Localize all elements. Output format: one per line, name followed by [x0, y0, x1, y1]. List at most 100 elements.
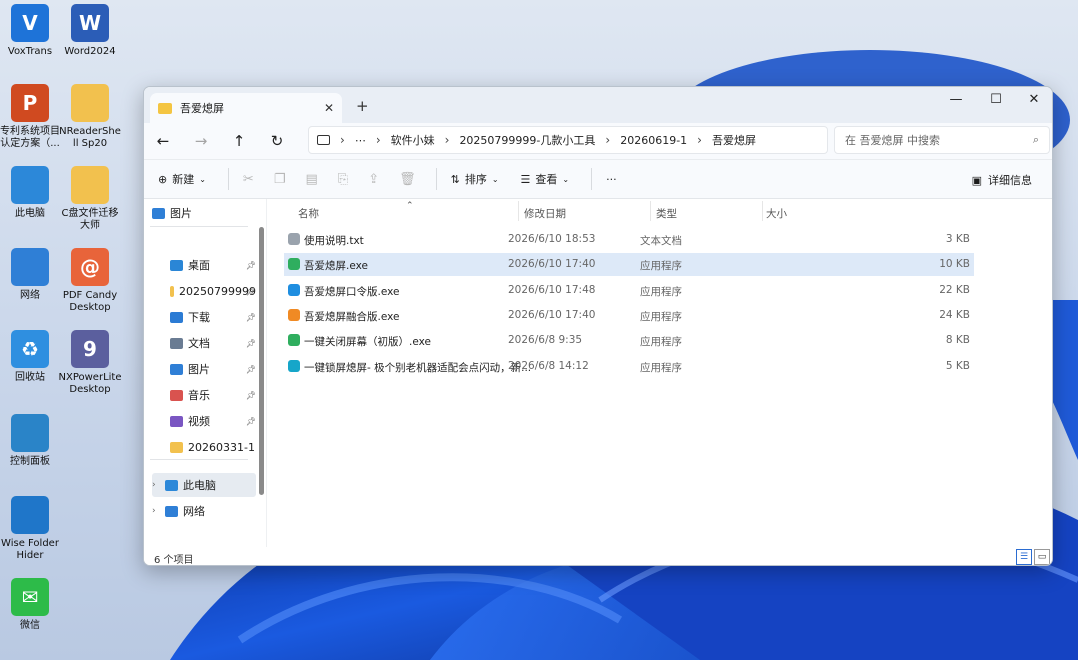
tiles-view-icon[interactable]: ▭ — [1034, 549, 1050, 565]
share-icon[interactable]: ⇪ — [368, 172, 379, 187]
chevron-down-icon: ⌄ — [491, 174, 499, 184]
refresh-button[interactable]: ↻ — [258, 132, 296, 150]
new-tab-button[interactable]: + — [356, 97, 369, 115]
quick-access-item[interactable]: 文档 📌︎ — [152, 331, 256, 355]
minimize-button[interactable]: — — [944, 92, 968, 107]
column-type[interactable]: 类型 — [656, 206, 677, 221]
column-divider[interactable] — [518, 201, 519, 221]
search-input[interactable]: 在 吾爱熄屏 中搜索 — [845, 132, 1033, 148]
quick-access-item[interactable]: 图片 📌︎ — [152, 357, 256, 381]
tab-close-icon[interactable]: ✕ — [324, 101, 334, 115]
breadcrumb-item-current[interactable]: 吾爱熄屏 — [712, 132, 756, 148]
file-icon — [288, 308, 300, 321]
maximize-button[interactable]: ☐ — [984, 92, 1008, 107]
folder-icon — [170, 441, 183, 453]
chevron-right-icon: › — [697, 133, 702, 147]
file-row[interactable]: 吾爱熄屏.exe 2026/6/10 17:40 应用程序 10 KB — [284, 253, 974, 277]
quick-access-label: 20260331-1 — [188, 440, 255, 454]
quick-access-item[interactable]: 音乐 📌︎ — [152, 383, 256, 407]
desktop-shortcut[interactable]: 网络 — [0, 248, 62, 302]
file-type: 应用程序 — [640, 285, 682, 298]
back-button[interactable]: ← — [144, 132, 182, 150]
rename-icon[interactable]: ⎘ — [338, 172, 348, 187]
delete-icon[interactable]: 🗑︎ — [399, 172, 416, 187]
sort-icon: ⇅ — [450, 172, 460, 186]
quick-access-item[interactable]: 下载 📌︎ — [152, 305, 256, 329]
tree-item[interactable]: › 网络 — [152, 499, 256, 523]
file-icon — [288, 283, 300, 296]
desktop-shortcut[interactable]: Wise Folder Hider — [0, 496, 62, 562]
file-row[interactable]: 一键锁屏熄屏- 极个别老机器适配会点闪动，新... 2026/6/8 14:12 应… — [284, 355, 974, 378]
desktop-shortcut[interactable]: ✉ 微信 — [0, 578, 62, 632]
details-pane-button[interactable]: ▣ 详细信息 — [972, 172, 1032, 188]
desktop-shortcut[interactable]: 9 NXPowerLite Desktop — [58, 330, 122, 396]
chevron-right-icon[interactable]: › — [152, 480, 160, 490]
desktop-shortcut-label: 专利系统项目认定方案（... — [0, 126, 60, 149]
desktop-shortcut[interactable]: 控制面板 — [0, 414, 62, 468]
desktop-shortcut[interactable]: NReaderShell Sp20 — [58, 84, 122, 150]
chevron-right-icon: › — [444, 133, 450, 147]
nav-pane-scrollbar[interactable] — [259, 227, 264, 495]
folder-icon — [170, 415, 183, 427]
close-window-button[interactable]: ✕ — [1022, 92, 1046, 107]
desktop-shortcut[interactable]: ♻ 回收站 — [0, 330, 62, 384]
copy-icon[interactable]: ❐ — [274, 172, 286, 187]
quick-access-label: 视频 — [188, 415, 210, 428]
desktop-shortcut[interactable]: V VoxTrans — [0, 4, 62, 58]
cut-icon[interactable]: ✂ — [243, 172, 254, 187]
more-options-button[interactable]: ··· — [606, 173, 617, 186]
chevron-down-icon: ⌄ — [199, 174, 206, 184]
view-button[interactable]: ☰ 查看 ⌄ — [521, 171, 570, 187]
file-row[interactable]: 一键关闭屏幕（初版）.exe 2026/6/8 9:35 应用程序 8 KB — [284, 329, 974, 352]
column-name[interactable]: 名称 — [298, 206, 319, 221]
tab-current-folder[interactable]: 吾爱熄屏 ✕ — [150, 93, 342, 123]
desktop-shortcut[interactable]: W Word2024 — [58, 4, 122, 58]
quick-access-item[interactable]: 桌面 📌︎ — [152, 253, 256, 277]
nav-item-pictures[interactable]: 图片 — [152, 201, 256, 225]
desktop-shortcut[interactable]: P 专利系统项目认定方案（... — [0, 84, 62, 150]
quick-access-item[interactable]: 20260331-1 — [152, 435, 256, 459]
column-size[interactable]: 大小 — [766, 206, 787, 221]
breadcrumb-item[interactable]: 软件小妹 — [391, 132, 435, 148]
chevron-right-icon: › — [375, 133, 381, 147]
folder-icon — [71, 166, 109, 204]
quick-access-label: 文档 — [188, 337, 210, 350]
file-icon — [288, 334, 300, 347]
desktop-shortcut[interactable]: 此电脑 — [0, 166, 62, 220]
chevron-right-icon[interactable]: › — [152, 506, 160, 516]
breadcrumb-item[interactable]: 20260619-1 — [620, 134, 687, 147]
up-button[interactable]: ↑ — [220, 132, 258, 150]
tree-item[interactable]: › 此电脑 — [152, 473, 256, 497]
quick-access-label: 20250799999 — [179, 284, 256, 298]
quick-access-item[interactable]: 视频 📌︎ — [152, 409, 256, 433]
file-explorer-window: 吾爱熄屏 ✕ + — ☐ ✕ ← → ↑ ↻ › ⋯ › 软件小妹 › 2025… — [143, 86, 1053, 566]
file-size: 3 KB — [945, 233, 970, 245]
sort-button[interactable]: ⇅ 排序 ⌄ — [451, 171, 499, 187]
breadcrumb-item[interactable]: 20250799999-几款小工具 — [459, 132, 595, 148]
details-view-icon[interactable]: ☰ — [1016, 549, 1032, 565]
pin-icon: 📌︎ — [245, 390, 256, 400]
forward-button[interactable]: → — [182, 132, 220, 150]
column-divider[interactable] — [650, 201, 651, 221]
desktop-shortcut[interactable]: @ PDF Candy Desktop — [58, 248, 122, 314]
folder-icon — [170, 311, 183, 323]
file-row[interactable]: 使用说明.txt 2026/6/10 18:53 文本文档 3 KB — [284, 228, 974, 251]
search-icon: ⌕ — [1032, 133, 1039, 146]
column-modified[interactable]: 修改日期 — [524, 206, 566, 221]
desktop-shortcut[interactable]: C盘文件迁移大师 — [58, 166, 122, 232]
quick-access-item[interactable]: 20250799999 📌︎ — [152, 279, 256, 303]
new-button[interactable]: ⊕ 新建 ⌄ — [158, 171, 206, 187]
pin-icon: 📌︎ — [245, 260, 256, 270]
file-row[interactable]: 吾爱熄屏口令版.exe 2026/6/10 17:48 应用程序 22 KB — [284, 279, 974, 302]
breadcrumb-more[interactable]: ⋯ — [355, 134, 366, 147]
paste-icon[interactable]: ▤ — [305, 172, 317, 187]
column-divider[interactable] — [762, 201, 763, 221]
pictures-icon — [152, 207, 165, 219]
file-row[interactable]: 吾爱熄屏融合版.exe 2026/6/10 17:40 应用程序 24 KB — [284, 304, 974, 327]
column-header: 名称 ⌃ 修改日期 类型 大小 — [268, 199, 1052, 223]
file-modified: 2026/6/10 17:40 — [508, 258, 596, 271]
navigation-bar: ← → ↑ ↻ › ⋯ › 软件小妹 › 20250799999-几款小工具 ›… — [144, 123, 1052, 159]
address-bar[interactable]: › ⋯ › 软件小妹 › 20250799999-几款小工具 › 2026061… — [308, 126, 828, 154]
new-label: 新建 — [172, 173, 195, 186]
search-box[interactable]: 在 吾爱熄屏 中搜索 ⌕ — [834, 126, 1050, 154]
